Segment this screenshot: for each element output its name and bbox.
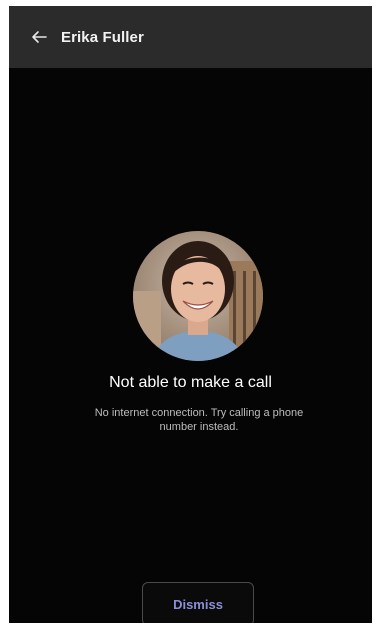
contact-name: Erika Fuller (61, 28, 144, 46)
arrow-left-icon (32, 31, 47, 43)
dismiss-button[interactable]: Dismiss (142, 582, 254, 623)
error-title: Not able to make a call (109, 374, 272, 391)
call-screen: Erika Fuller Not able to make a call No … (9, 6, 372, 623)
contact-photo (133, 231, 263, 361)
avatar (133, 231, 263, 361)
back-button[interactable] (19, 17, 59, 57)
app-bar: Erika Fuller (9, 6, 372, 68)
call-error-panel: Not able to make a call No internet conn… (9, 68, 372, 623)
error-message: No internet connection. Try calling a ph… (94, 407, 304, 433)
